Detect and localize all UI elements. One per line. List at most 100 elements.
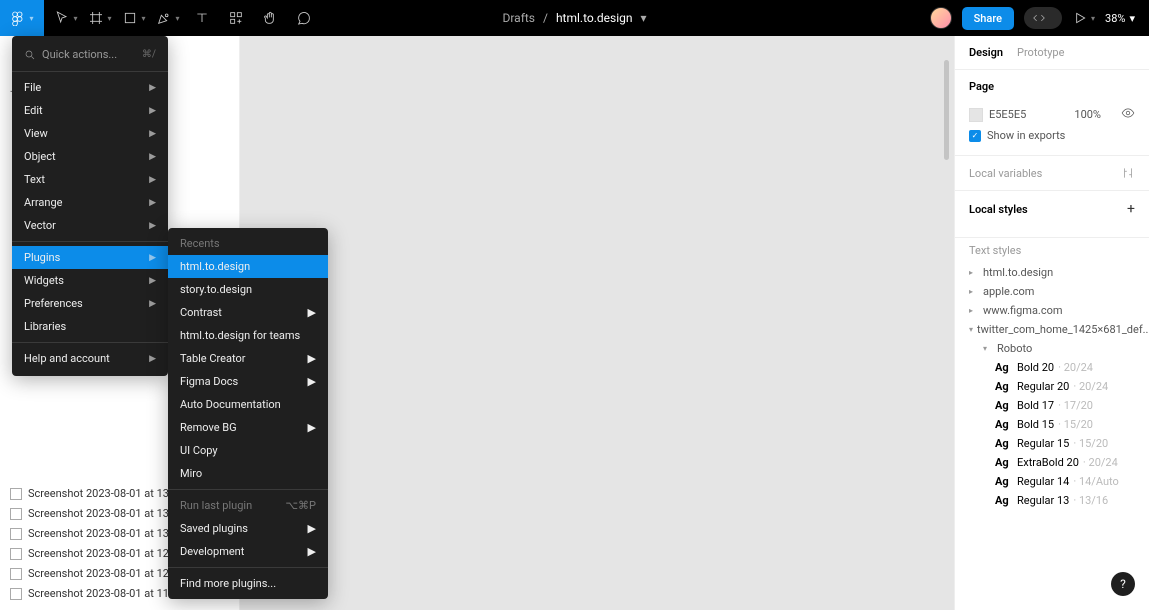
help-button[interactable]: ? [1111,572,1135,596]
frame-icon [88,10,104,26]
chevron-down-icon: ▾ [29,14,33,23]
image-layer-icon [10,568,22,580]
text-style[interactable]: AgBold 15 · 15/20 [955,415,1149,434]
shape-tool[interactable]: ▾ [118,0,150,36]
move-tool[interactable]: ▾ [50,0,82,36]
style-folder[interactable]: ▾twitter_com_home_1425×681_def... [955,320,1149,339]
text-style[interactable]: AgRegular 14 · 14/Auto [955,472,1149,491]
play-icon [1072,10,1088,26]
text-tool[interactable] [186,0,218,36]
chevron-down-icon: ▾ [641,11,647,25]
code-icon [1032,11,1046,25]
text-styles-list: ▸html.to.design▸apple.com▸www.figma.com▾… [955,259,1149,514]
image-layer-icon [10,548,22,560]
style-folder[interactable]: ▸html.to.design [955,263,1149,282]
hand-tool[interactable] [254,0,286,36]
add-style-button[interactable]: + [1127,201,1135,217]
plugin-table-creator[interactable]: Table Creator▶ [168,347,328,370]
submenu-recents-header: Recents [168,232,328,255]
page-bg-opacity[interactable]: 100% [1074,108,1101,121]
saved-plugins[interactable]: Saved plugins▶ [168,517,328,540]
text-style[interactable]: AgRegular 20 · 20/24 [955,377,1149,396]
figma-menu-button[interactable]: ▾ [0,0,44,36]
development-plugins[interactable]: Development▶ [168,540,328,563]
text-styles-heading: Text styles [955,238,1149,259]
plugin-remove-bg[interactable]: Remove BG▶ [168,416,328,439]
plugin-story-to-design[interactable]: story.to.design [168,278,328,301]
run-last-plugin[interactable]: Run last plugin⌥⌘P [168,494,328,517]
menu-item-view[interactable]: View▶ [12,122,168,145]
file-name: html.to.design [556,11,633,25]
hand-icon [262,10,278,26]
comment-tool[interactable] [288,0,320,36]
breadcrumb[interactable]: Drafts / html.to.design ▾ [502,11,646,25]
style-folder-roboto[interactable]: ▾Roboto [955,339,1149,358]
text-style[interactable]: AgBold 17 · 17/20 [955,396,1149,415]
plugin-ui-copy[interactable]: UI Copy [168,439,328,462]
plugin-auto-documentation[interactable]: Auto Documentation [168,393,328,416]
local-variables-label[interactable]: Local variables [969,167,1042,180]
text-style[interactable]: AgBold 20 · 20/24 [955,358,1149,377]
comment-icon [296,10,312,26]
menu-item-object[interactable]: Object▶ [12,145,168,168]
text-style[interactable]: AgRegular 13 · 13/16 [955,491,1149,510]
find-more-plugins[interactable]: Find more plugins... [168,572,328,595]
plugin-html-to-design-for-teams[interactable]: html.to.design for teams [168,324,328,347]
plugin-contrast[interactable]: Contrast▶ [168,301,328,324]
rectangle-icon [122,10,138,26]
resources-tool[interactable] [220,0,252,36]
style-folder[interactable]: ▸apple.com [955,282,1149,301]
dev-mode-toggle[interactable] [1024,7,1062,29]
local-styles-title: Local styles [969,203,1028,216]
menu-item-vector[interactable]: Vector▶ [12,214,168,237]
menu-item-plugins[interactable]: Plugins▶ [12,246,168,269]
pen-icon [156,10,172,26]
frame-tool[interactable]: ▾ [84,0,116,36]
figma-logo-icon [10,10,26,26]
main-menu: Quick actions... ⌘/ File▶Edit▶View▶Objec… [12,36,168,376]
search-icon [24,49,36,61]
settings-icon[interactable] [1121,166,1135,180]
user-avatar[interactable] [930,7,952,29]
top-toolbar: ▾ ▾ ▾ ▾ ▾ Drafts / html.to.design ▾ Shar… [0,0,1149,36]
breadcrumb-root: Drafts [502,11,535,25]
visibility-icon[interactable] [1121,106,1135,123]
pen-tool[interactable]: ▾ [152,0,184,36]
menu-item-file[interactable]: File▶ [12,76,168,99]
cursor-icon [54,10,70,26]
style-folder[interactable]: ▸www.figma.com [955,301,1149,320]
breadcrumb-sep: / [543,11,548,25]
menu-item-text[interactable]: Text▶ [12,168,168,191]
share-button[interactable]: Share [962,7,1014,30]
image-layer-icon [10,508,22,520]
image-layer-icon [10,588,22,600]
plugin-html-to-design[interactable]: html.to.design [168,255,328,278]
page-section-title: Page [969,80,1135,93]
zoom-control[interactable]: 38%▾ [1105,12,1135,25]
menu-item-preferences[interactable]: Preferences▶ [12,292,168,315]
canvas[interactable] [240,36,954,610]
show-exports-checkbox[interactable]: ✓ [969,130,981,142]
text-style[interactable]: AgExtraBold 20 · 20/24 [955,453,1149,472]
menu-item-edit[interactable]: Edit▶ [12,99,168,122]
image-layer-icon [10,528,22,540]
show-exports-label: Show in exports [987,129,1065,142]
quick-actions[interactable]: Quick actions... ⌘/ [12,42,168,67]
design-panel: Design Prototype Page E5E5E5 100% ✓ Show… [954,36,1149,610]
plugin-miro[interactable]: Miro [168,462,328,485]
text-style[interactable]: AgRegular 15 · 15/20 [955,434,1149,453]
tab-design[interactable]: Design [969,46,1003,59]
canvas-scrollbar[interactable] [944,60,949,160]
tab-prototype[interactable]: Prototype [1017,46,1064,59]
page-bg-hex[interactable]: E5E5E5 [989,108,1026,121]
plugins-submenu: Recents html.to.design story.to.design C… [168,228,328,599]
text-icon [194,10,210,26]
menu-item-arrange[interactable]: Arrange▶ [12,191,168,214]
plugin-figma-docs[interactable]: Figma Docs▶ [168,370,328,393]
present-button[interactable]: ▾ [1072,0,1095,36]
menu-item-libraries[interactable]: Libraries [12,315,168,338]
menu-item-help[interactable]: Help and account▶ [12,347,168,370]
resources-icon [228,10,244,26]
page-bg-swatch[interactable] [969,108,983,122]
menu-item-widgets[interactable]: Widgets▶ [12,269,168,292]
